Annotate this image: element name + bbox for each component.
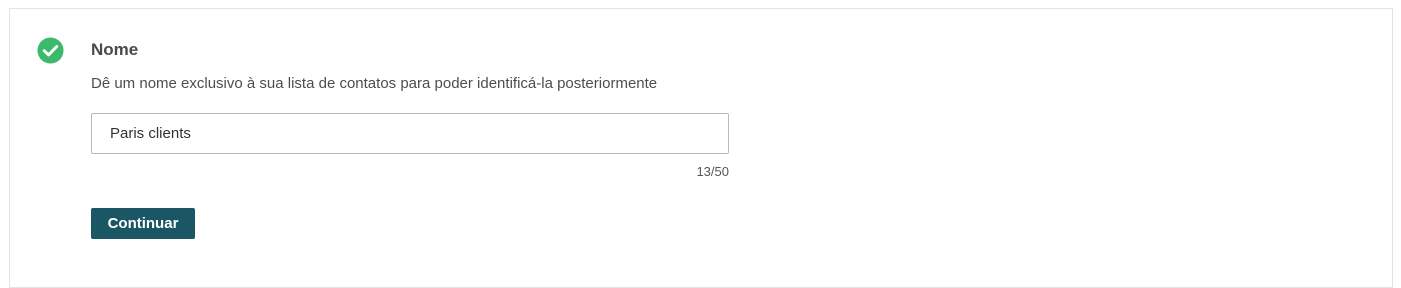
step-title: Nome [91, 40, 139, 59]
character-counter: 13/50 [696, 164, 729, 179]
check-circle-icon [37, 37, 64, 64]
list-name-input[interactable] [91, 113, 729, 154]
continue-button[interactable]: Continuar [91, 208, 195, 239]
step-description: Dê um nome exclusivo à sua lista de cont… [91, 75, 658, 92]
